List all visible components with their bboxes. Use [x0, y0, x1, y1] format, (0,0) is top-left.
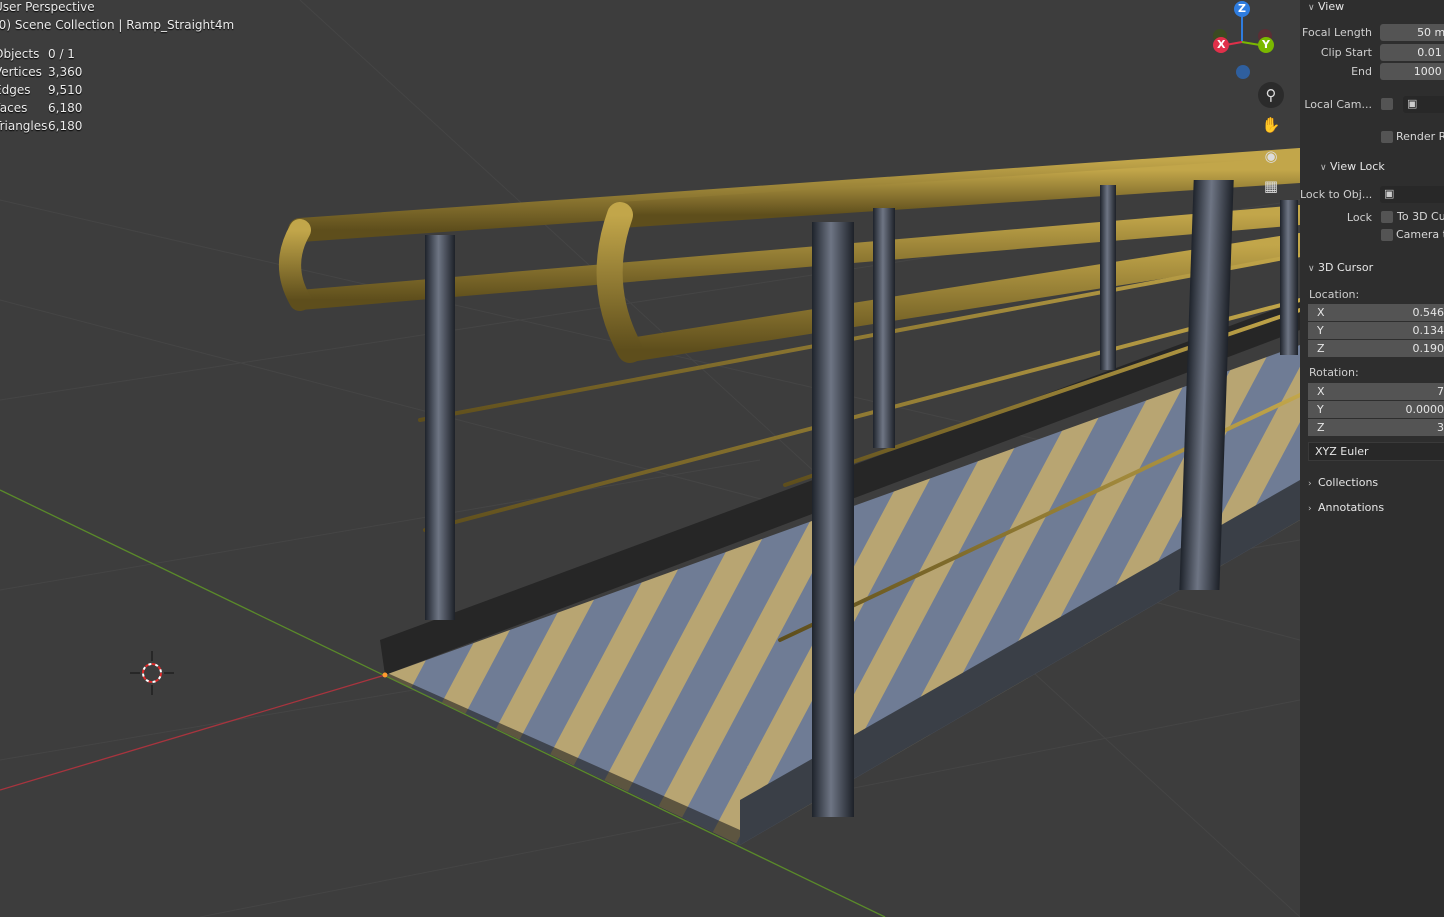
sidebar-panel: ∨View Focal Length 50 mm Clip Start 0.01… [1300, 0, 1444, 917]
object-icon: ▣ [1384, 187, 1395, 200]
clip-end-field[interactable]: 1000 m [1380, 63, 1444, 80]
rotation-y-field[interactable]: Y 0.0000 [1308, 401, 1444, 418]
location-label: Location: [1309, 288, 1360, 301]
3d-cursor [130, 651, 174, 695]
rotation-mode-dropdown[interactable]: XYZ Euler [1308, 442, 1444, 461]
rotation-x-field[interactable]: X7 [1308, 383, 1444, 400]
location-x-field[interactable]: X 0.546 [1308, 304, 1444, 321]
lock-to-cursor-label: To 3D Cur [1397, 210, 1444, 223]
clip-end-label: End [1351, 65, 1372, 78]
scene-collection-label: (0) Scene Collection | Ramp_Straight4m [0, 18, 235, 32]
front-post [812, 222, 854, 817]
location-z-field[interactable]: Z 0.190 [1308, 340, 1444, 357]
scene-render [0, 0, 1300, 917]
camera-to-view-checkbox[interactable] [1381, 229, 1393, 241]
focal-length-label: Focal Length [1302, 26, 1372, 39]
location-y-field[interactable]: Y 0.134 [1308, 322, 1444, 339]
view-lock-section-header[interactable]: ∨ View Lock [1320, 160, 1385, 173]
camera-to-view-label: Camera to [1396, 228, 1444, 241]
stat-vertices: Vertices3,360 [0, 65, 83, 79]
stat-objects: Objects0 / 1 [0, 47, 75, 61]
local-camera-label: Local Cam... [1304, 98, 1372, 111]
render-region-label: Render Re [1396, 130, 1444, 143]
collections-section-header[interactable]: › Collections [1308, 476, 1378, 489]
gizmo-x-label[interactable]: X [1217, 38, 1225, 51]
gizmo-y-label[interactable]: Y [1262, 38, 1270, 51]
chevron-right-icon: › [1308, 504, 1312, 514]
local-camera-checkbox[interactable] [1381, 98, 1393, 110]
view-perspective-label: User Perspective [0, 0, 95, 14]
lock-label: Lock [1346, 211, 1372, 224]
lock-to-cursor-checkbox[interactable] [1381, 211, 1393, 223]
rotation-label: Rotation: [1309, 366, 1359, 379]
chevron-down-icon: ∨ [1308, 264, 1315, 274]
gizmo-z-label[interactable]: Z [1238, 2, 1246, 15]
stat-triangles: Triangles6,180 [0, 119, 83, 133]
cursor-section-header[interactable]: ∨ 3D Cursor [1308, 261, 1373, 274]
stat-edges: Edges9,510 [0, 83, 83, 97]
pan-hand-icon[interactable]: ✋ [1258, 112, 1284, 138]
view-section-header[interactable]: ∨ View [1308, 0, 1344, 13]
grid-ortho-icon[interactable]: ▦ [1258, 173, 1284, 199]
annotations-section-header[interactable]: › Annotations [1308, 501, 1384, 514]
lock-to-object-field[interactable]: ▣ [1380, 186, 1444, 203]
3d-viewport[interactable]: Z X Y ⚲ ✋ ◉ ▦ User Perspective (0) Scene… [0, 0, 1300, 917]
clip-start-field[interactable]: 0.01 m [1380, 44, 1444, 61]
camera-object-icon: ▣ [1407, 97, 1418, 110]
camera-icon[interactable]: ◉ [1258, 143, 1284, 169]
focal-length-field[interactable]: 50 mm [1380, 24, 1444, 41]
chevron-down-icon: ∨ [1320, 163, 1327, 173]
zoom-icon[interactable]: ⚲ [1258, 82, 1284, 108]
x-axis-line [0, 674, 386, 791]
stat-faces: Faces6,180 [0, 101, 83, 115]
clip-start-label: Clip Start [1320, 46, 1372, 59]
chevron-down-icon: ∨ [1308, 3, 1315, 13]
rotation-z-field[interactable]: Z3 [1308, 419, 1444, 436]
render-region-checkbox[interactable] [1381, 131, 1393, 143]
lock-to-object-label: Lock to Obj... [1300, 188, 1373, 201]
chevron-right-icon: › [1308, 479, 1312, 489]
local-camera-field[interactable]: ▣ [1403, 96, 1444, 113]
